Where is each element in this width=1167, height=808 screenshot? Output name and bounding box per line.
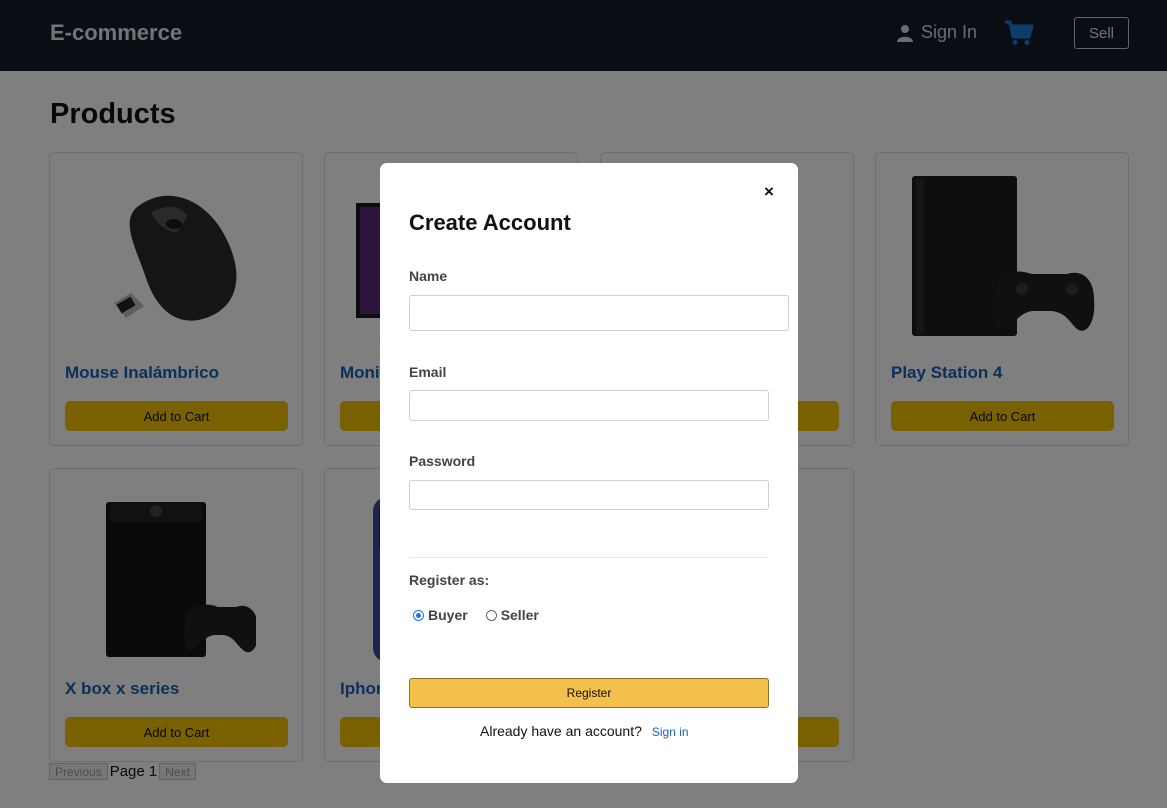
email-label: Email bbox=[409, 364, 447, 380]
seller-radio-option[interactable]: Seller bbox=[485, 607, 539, 623]
seller-radio[interactable] bbox=[485, 609, 497, 621]
modal-backdrop-header[interactable] bbox=[0, 0, 1167, 71]
seller-label: Seller bbox=[500, 607, 539, 623]
buyer-label: Buyer bbox=[428, 607, 468, 623]
password-label: Password bbox=[409, 453, 476, 469]
close-icon[interactable]: × bbox=[764, 182, 774, 202]
sign-in-prompt: Already have an account? Sign in bbox=[480, 723, 689, 739]
modal-title: Create Account bbox=[409, 210, 571, 235]
create-account-modal: × Create Account Name Email Password Reg… bbox=[380, 163, 798, 783]
buyer-radio-option[interactable]: Buyer bbox=[413, 607, 468, 623]
password-field[interactable] bbox=[409, 480, 769, 510]
name-label: Name bbox=[409, 268, 448, 284]
sign-in-link-modal[interactable]: Sign in bbox=[652, 725, 689, 739]
divider bbox=[409, 557, 768, 558]
email-field[interactable] bbox=[409, 390, 769, 421]
register-as-label: Register as: bbox=[409, 572, 490, 588]
role-radio-group: Buyer Seller bbox=[413, 607, 539, 623]
name-field[interactable] bbox=[409, 295, 789, 331]
already-have-account-text: Already have an account? bbox=[480, 723, 642, 739]
register-button[interactable]: Register bbox=[409, 678, 769, 708]
buyer-radio[interactable] bbox=[413, 609, 424, 621]
